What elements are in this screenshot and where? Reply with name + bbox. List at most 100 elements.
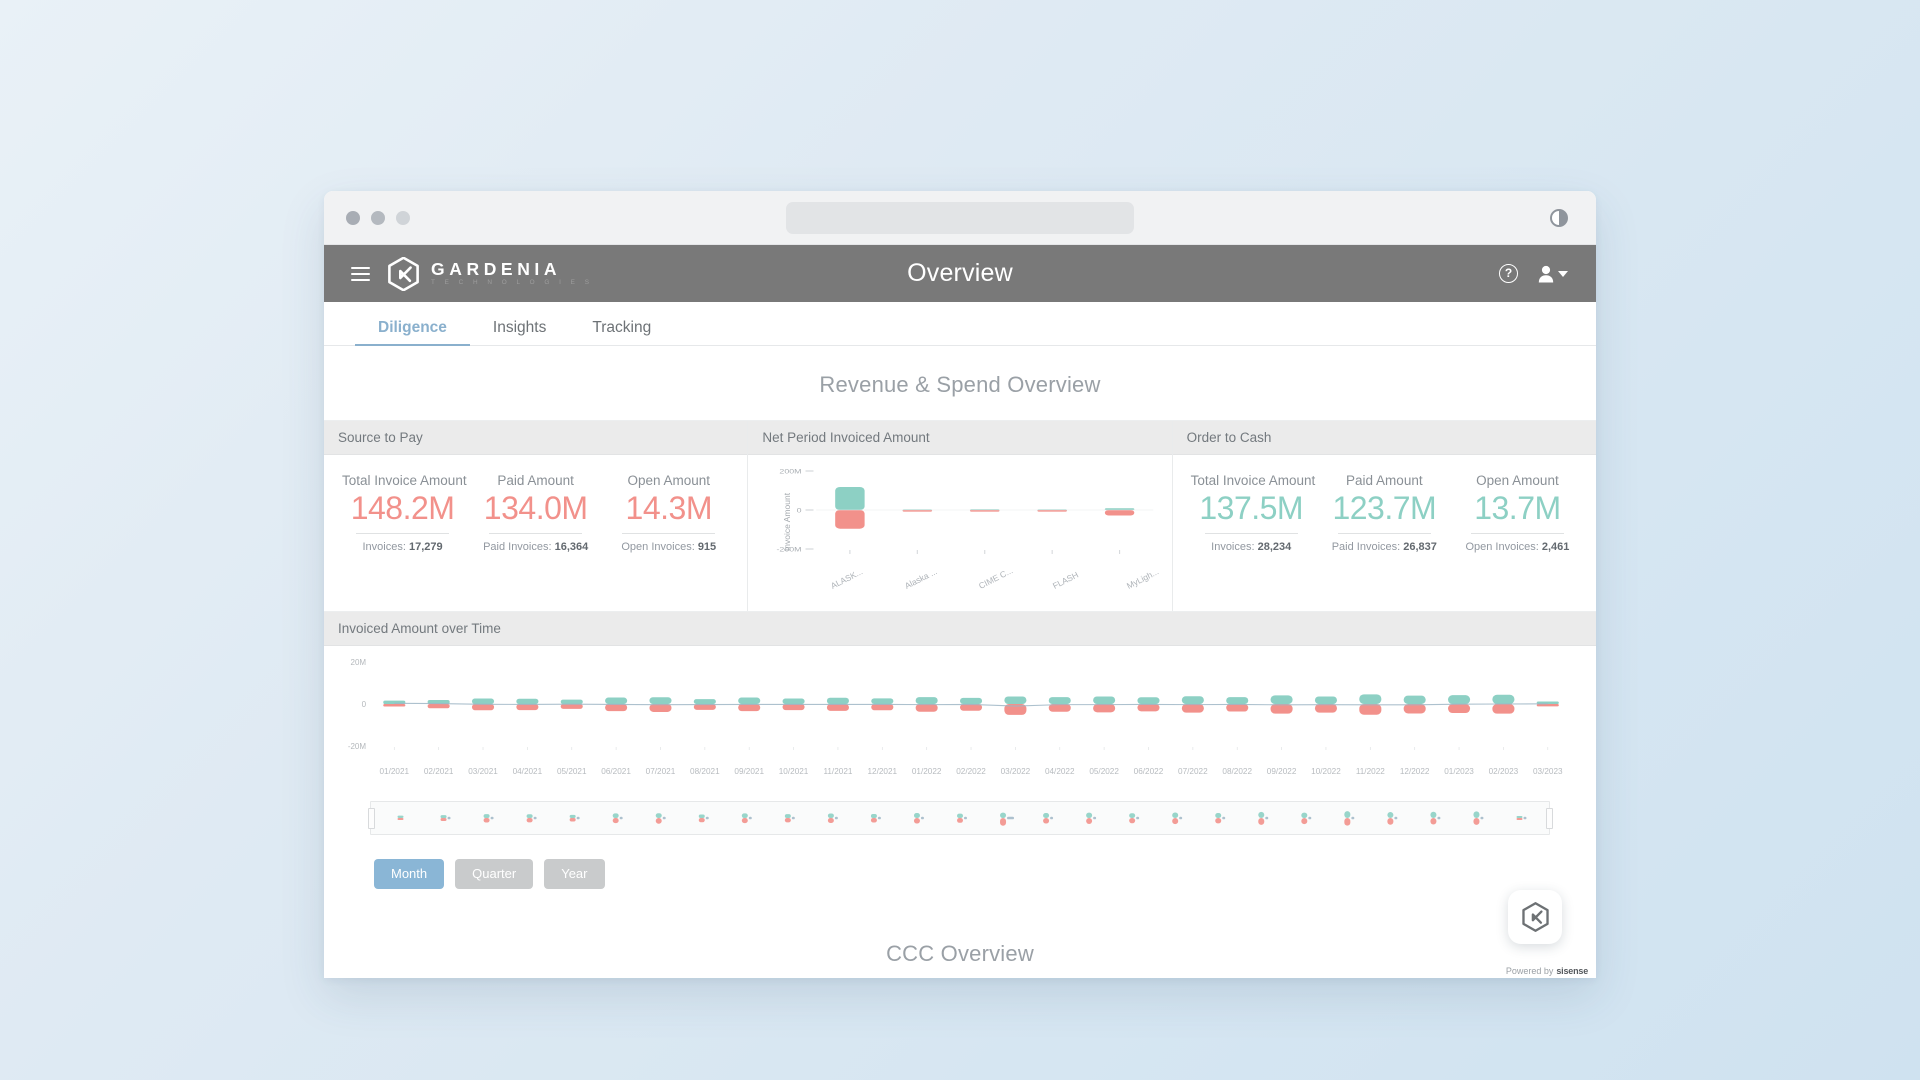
- net-period-chart[interactable]: Invoice Amount 200M 0 -200M: [756, 463, 1161, 581]
- x-axis-tick-label: 05/2021: [556, 767, 587, 776]
- hamburger-icon[interactable]: [351, 266, 370, 281]
- browser-chrome: [324, 191, 1596, 245]
- kpi-footnote-label: Open Invoices:: [1465, 541, 1539, 554]
- browser-window: GARDENIA T E C H N O L O G I E S Overvie…: [324, 191, 1596, 978]
- brand-logo: GARDENIA T E C H N O L O G I E S: [388, 256, 593, 291]
- kpi-footnote-value: 26,837: [1403, 541, 1437, 554]
- panel-title-invoiced-over-time: Invoiced Amount over Time: [324, 612, 1596, 646]
- x-axis-tick-label: 01/2021: [379, 767, 410, 776]
- kpi-paid-amount-stp: Paid Amount 134.0M Paid Invoices: 16,364: [469, 469, 602, 553]
- chart-y-axis-label: Invoice Amount: [782, 492, 793, 552]
- kpi-divider: [489, 533, 583, 535]
- kpi-label: Paid Amount: [497, 473, 574, 488]
- x-axis-tick-label: 01/2023: [1444, 767, 1474, 776]
- kpi-divider: [1470, 533, 1564, 535]
- time-chart-wrap: 20M 0 -20M 01/2021 02/2021 03/2021 04/2021 05/…: [324, 646, 1596, 915]
- kpi-value: 123.7M: [1332, 490, 1437, 526]
- x-axis-tick-label: 02/2021: [423, 767, 454, 776]
- x-axis-tick-label: 03/2021: [468, 767, 498, 776]
- kpi-footnote-value: 28,234: [1257, 541, 1292, 554]
- x-axis-tick-label: 03/2023: [1532, 767, 1563, 776]
- user-menu[interactable]: [1538, 265, 1568, 283]
- tab-diligence[interactable]: Diligence: [355, 319, 470, 346]
- kpi-footnote-value: 17,279: [408, 541, 443, 554]
- kpi-value: 13.7M: [1474, 490, 1561, 526]
- x-axis-tick-label: 01/2022: [911, 767, 942, 776]
- panel-order-to-cash: Order to Cash Total Invoice Amount 137.5…: [1172, 421, 1596, 611]
- navigator-handle-right[interactable]: [1545, 808, 1553, 829]
- svg-text:0: 0: [797, 507, 803, 515]
- x-axis-tick-label: 11/2021: [823, 767, 853, 776]
- kpi-label: Open Amount: [627, 473, 711, 488]
- x-axis-tick-label: 12/2022: [1399, 767, 1430, 776]
- maximize-window-dot[interactable]: [396, 210, 410, 225]
- url-bar[interactable]: [786, 201, 1134, 234]
- tab-insights[interactable]: Insights: [470, 319, 569, 346]
- range-navigator[interactable]: [367, 801, 1553, 835]
- kpi-open-amount-stp: Open Amount 14.3M Open Invoices: 915: [602, 469, 735, 553]
- x-axis-tick-label: 09/2022: [1266, 767, 1297, 776]
- ccc-section-title: CCC Overview: [886, 940, 1034, 966]
- kpi-footnote-value: 16,364: [554, 541, 589, 554]
- kpi-value: 14.3M: [625, 490, 713, 526]
- panel-title-source-to-pay: Source to Pay: [324, 421, 748, 455]
- kpi-footnote: Paid Invoices: 26,837: [1324, 541, 1445, 553]
- contrast-icon[interactable]: [1550, 208, 1568, 227]
- header-actions: ?: [1499, 264, 1568, 283]
- kpi-footnote: Open Invoices: 915: [608, 541, 729, 553]
- net-period-chart-canvas: 200M0-200M: [777, 468, 1154, 554]
- x-axis-tick-label: 08/2021: [690, 767, 720, 776]
- user-icon: [1538, 265, 1554, 282]
- granularity-quarter-button[interactable]: Quarter: [455, 859, 534, 889]
- app-header: GARDENIA T E C H N O L O G I E S Overvie…: [324, 245, 1596, 302]
- x-axis-tick-label: 06/2022: [1133, 767, 1164, 776]
- time-chart-panel-row: Invoiced Amount over Time 20M 0 -20M 01/20…: [324, 611, 1596, 915]
- gardenia-assistant-button[interactable]: [1508, 890, 1562, 944]
- x-axis-tick-label: 02/2022: [956, 767, 986, 776]
- granularity-month-button[interactable]: Month: [374, 859, 445, 889]
- panel-title-order-to-cash: Order to Cash: [1172, 421, 1596, 455]
- navigator-handle-left[interactable]: [367, 808, 375, 829]
- brand-subtitle: T E C H N O L O G I E S: [431, 278, 593, 286]
- kpi-footnote-label: Paid Invoices:: [483, 541, 552, 554]
- x-axis-tick-label: 06/2021: [601, 767, 631, 776]
- x-axis-tick-label: 12/2021: [867, 767, 898, 776]
- kpi-row-source-to-pay: Total Invoice Amount 148.2M Invoices: 17…: [336, 469, 735, 553]
- gardenia-hexagon-icon: [388, 256, 419, 291]
- x-axis-tick-label: 08/2022: [1222, 767, 1253, 776]
- kpi-panel-row: Source to Pay Total Invoice Amount 148.2…: [324, 420, 1596, 611]
- svg-text:0: 0: [362, 700, 367, 709]
- chevron-down-icon: [1558, 270, 1568, 277]
- kpi-value: 148.2M: [350, 490, 455, 526]
- x-axis-tick-label: 05/2022: [1089, 767, 1119, 776]
- kpi-footnote-value: 2,461: [1541, 541, 1570, 554]
- granularity-year-button[interactable]: Year: [544, 859, 605, 889]
- svg-text:200M: 200M: [780, 468, 802, 476]
- dashboard-body: Revenue & Spend Overview Source to Pay T…: [324, 346, 1596, 978]
- kpi-divider: [1204, 533, 1298, 535]
- help-icon[interactable]: ?: [1499, 264, 1518, 283]
- kpi-divider: [1337, 533, 1431, 535]
- kpi-footnote: Open Invoices: 2,461: [1457, 541, 1578, 553]
- kpi-open-amount-otc: Open Amount 13.7M Open Invoices: 2,461: [1451, 469, 1584, 553]
- close-window-dot[interactable]: [346, 210, 360, 225]
- x-axis-tick-label: 11/2022: [1355, 767, 1385, 776]
- kpi-label: Total Invoice Amount: [1190, 473, 1316, 488]
- kpi-footnote: Invoices: 17,279: [342, 541, 463, 553]
- panel-source-to-pay: Source to Pay Total Invoice Amount 148.2…: [324, 421, 749, 611]
- tab-bar: Diligence Insights Tracking: [324, 302, 1596, 346]
- kpi-value: 137.5M: [1199, 490, 1304, 526]
- tab-tracking[interactable]: Tracking: [569, 319, 674, 346]
- panel-invoiced-amount-over-time: Invoiced Amount over Time 20M 0 -20M 01/20…: [324, 612, 1596, 915]
- page-title: Overview: [907, 259, 1013, 287]
- kpi-divider: [356, 533, 450, 535]
- kpi-footnote-label: Invoices:: [1211, 541, 1255, 554]
- minimize-window-dot[interactable]: [371, 210, 385, 225]
- kpi-footnote-label: Paid Invoices:: [1331, 541, 1401, 554]
- invoiced-over-time-chart[interactable]: 20M 0 -20M: [338, 656, 1582, 756]
- kpi-divider: [622, 533, 716, 535]
- kpi-label: Open Amount: [1476, 473, 1559, 488]
- kpi-row-order-to-cash: Total Invoice Amount 137.5M Invoices: 28…: [1185, 469, 1584, 553]
- time-chart-x-axis: 01/2021 02/2021 03/2021 04/2021 05/2021 06/20…: [338, 763, 1582, 785]
- gardenia-hexagon-icon: [1521, 902, 1549, 932]
